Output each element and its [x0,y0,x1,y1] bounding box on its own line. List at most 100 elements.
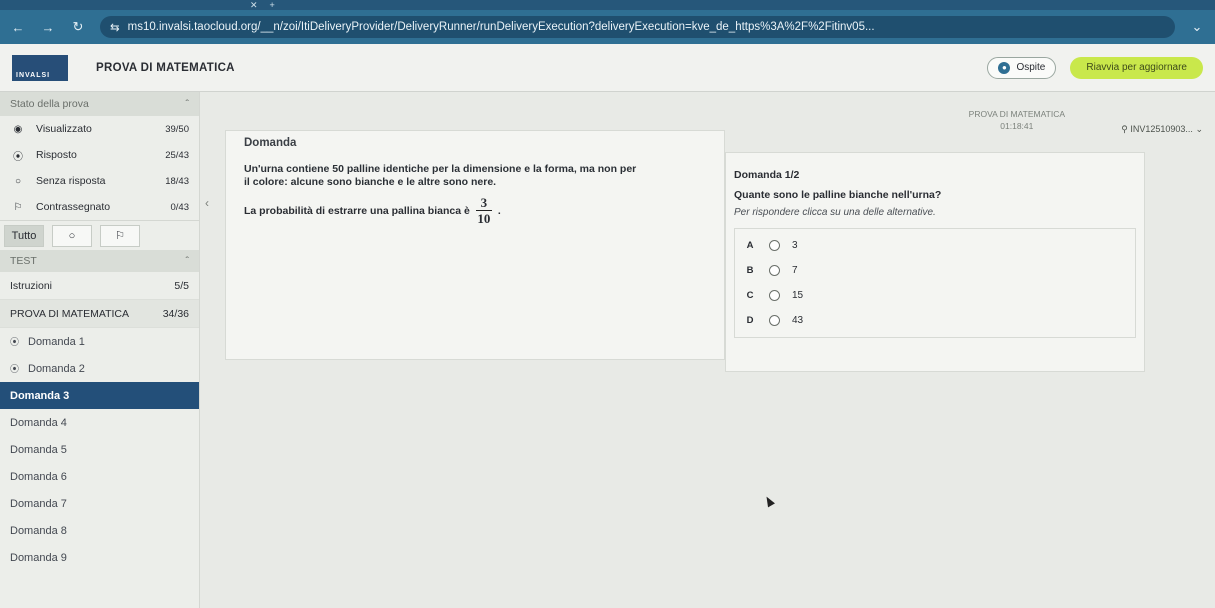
section-instructions[interactable]: Istruzioni 5/5 [0,272,199,300]
stat-label: Contrassegnato [36,201,111,213]
chevron-down-icon: ⌄ [1195,124,1203,134]
tab-strip: ✕ + [0,0,1215,10]
stat-label: Senza risposta [36,175,106,187]
collapse-chevron-icon[interactable]: ˆ [186,255,190,267]
question-item[interactable]: ⦿ Domanda 1 [0,328,199,355]
dot-radio-icon: ⦿ [13,151,23,163]
profile-icon: ● [998,61,1011,74]
choice-d[interactable]: D 43 [743,308,1127,333]
stem-line-2: il colore: alcune sono bianche e le altr… [244,176,497,188]
radio-button[interactable] [769,265,780,276]
forward-icon[interactable]: → [40,20,56,35]
test-header[interactable]: TEST ˆ [0,250,199,272]
choice-c[interactable]: C 15 [743,283,1127,308]
extension-icon[interactable]: ⌄ [1189,19,1205,35]
collapse-chevron-icon[interactable]: ˆ [186,98,190,110]
choice-value: 3 [792,240,798,251]
choice-b[interactable]: B 7 [743,258,1127,283]
stat-count: 25/43 [165,149,189,161]
eye-icon: ◉ [13,123,23,135]
stat-count: 0/43 [170,201,190,213]
back-icon[interactable]: ← [10,20,26,35]
answered-icon: ⦿ [10,337,20,347]
navigation-sidebar: Stato della prova ˆ ◉ Visualizzato 39/50… [0,92,200,608]
new-tab-icon[interactable]: + [270,0,275,10]
question-item-label: Domanda 7 [10,497,67,510]
guest-profile-button[interactable]: ● Ospite [987,56,1057,79]
state-header[interactable]: Stato della prova ˆ [0,92,199,116]
test-meta: PROVA DI MATEMATICA 01:18:41 [969,108,1065,132]
stem-line-1: Un'urna contiene 50 palline identiche pe… [244,163,637,175]
fraction-denominator: 10 [477,211,491,226]
question-item-label: Domanda 1 [28,335,85,348]
section-count: 34/36 [162,307,189,320]
meta-section: PROVA DI MATEMATICA [968,109,1065,119]
question-item[interactable]: ⦿ Domanda 2 [0,355,199,382]
browser-chrome: ✕ + ← → ↻ ⇆ ms10.invalsi.taocloud.org/__… [0,0,1215,44]
empty-radio-icon: ○ [68,229,76,242]
stat-count: 18/43 [165,175,189,187]
address-bar[interactable]: ⇆ ms10.invalsi.taocloud.org/__n/zoi/ItiD… [100,16,1175,38]
radio-button[interactable] [769,315,780,326]
choice-a[interactable]: A 3 [743,233,1127,258]
filter-all-button[interactable]: Tutto [4,224,44,247]
collapse-sidebar-icon[interactable]: ‹ [205,196,209,210]
question-header: Domanda [244,137,297,149]
user-id-menu[interactable]: ⚲ INV12510903... ⌄ [1121,124,1203,135]
question-stem-panel: Domanda Un'urna contiene 50 palline iden… [225,130,725,360]
filter-unanswered-button[interactable]: ○ [52,224,92,247]
choice-letter: A [746,240,754,251]
stat-unanswered[interactable]: ○ Senza risposta 18/43 [0,168,199,194]
url-text: ms10.invalsi.taocloud.org/__n/zoi/ItiDel… [127,21,875,33]
mouse-cursor-icon [763,494,775,508]
user-id-text: INV12510903... [1130,124,1193,134]
close-tab-icon[interactable]: ✕ [250,0,258,11]
radio-button[interactable] [769,240,780,251]
stat-label: Visualizzato [36,123,92,135]
filter-bar: Tutto ○ ⚐ [0,220,199,250]
section-math[interactable]: PROVA DI MATEMATICA 34/36 [0,300,199,328]
question-item-label: Domanda 2 [28,362,85,375]
choice-value: 15 [792,290,804,301]
question-item[interactable]: Domanda 6 [0,463,199,490]
question-item[interactable]: Domanda 4 [0,409,199,436]
flag-icon: ⚐ [13,201,23,213]
user-icon: ⚲ [1121,124,1128,134]
empty-radio-icon: ○ [14,175,22,187]
app-header: INVALSI PROVA DI MATEMATICA ● Ospite Ria… [0,44,1215,92]
fraction: 3 10 [475,195,492,226]
section-label: PROVA DI MATEMATICA [10,307,130,320]
choice-letter: C [746,290,754,301]
filter-flagged-button[interactable]: ⚐ [100,224,140,247]
radio-button[interactable] [769,290,780,301]
probability-statement: La probabilità di estrarre una pallina b… [244,195,706,226]
reload-icon[interactable]: ↻ [70,19,86,35]
restart-update-button[interactable]: Riavvia per aggiornare [1070,56,1203,79]
site-settings-icon[interactable]: ⇆ [110,20,120,34]
stat-answered[interactable]: ⦿ Risposto 25/43 [0,142,199,168]
question-prompt: Quante sono le palline bianche nell'urna… [734,189,942,201]
question-item-label: Domanda 4 [10,416,67,429]
stat-label: Risposto [36,149,77,161]
choice-value: 7 [792,265,798,276]
interaction-panel: Domanda 1/2 Quante sono le palline bianc… [725,152,1145,372]
prob-end: . [497,204,501,217]
test-header-label: TEST [10,255,37,267]
timer: 01:18:41 [1000,121,1034,131]
choice-list: A 3 B 7 C 15 D 43 [734,228,1136,338]
flag-icon: ⚐ [115,230,125,242]
stat-flagged[interactable]: ⚐ Contrassegnato 0/43 [0,194,199,220]
section-count: 5/5 [174,279,189,292]
question-item[interactable]: Domanda 8 [0,517,199,544]
choice-value: 43 [792,315,804,326]
question-item-label: Domanda 6 [10,470,67,483]
question-item-label: Domanda 5 [10,443,67,456]
question-item[interactable]: Domanda 9 [0,544,199,571]
question-item[interactable]: Domanda 5 [0,436,199,463]
question-item-active[interactable]: Domanda 3 [0,382,199,409]
question-item[interactable]: Domanda 7 [0,490,199,517]
choice-letter: D [746,315,754,326]
stat-viewed[interactable]: ◉ Visualizzato 39/50 [0,116,199,142]
question-instruction: Per rispondere clicca su una delle alter… [734,207,936,218]
stat-count: 39/50 [165,123,189,135]
